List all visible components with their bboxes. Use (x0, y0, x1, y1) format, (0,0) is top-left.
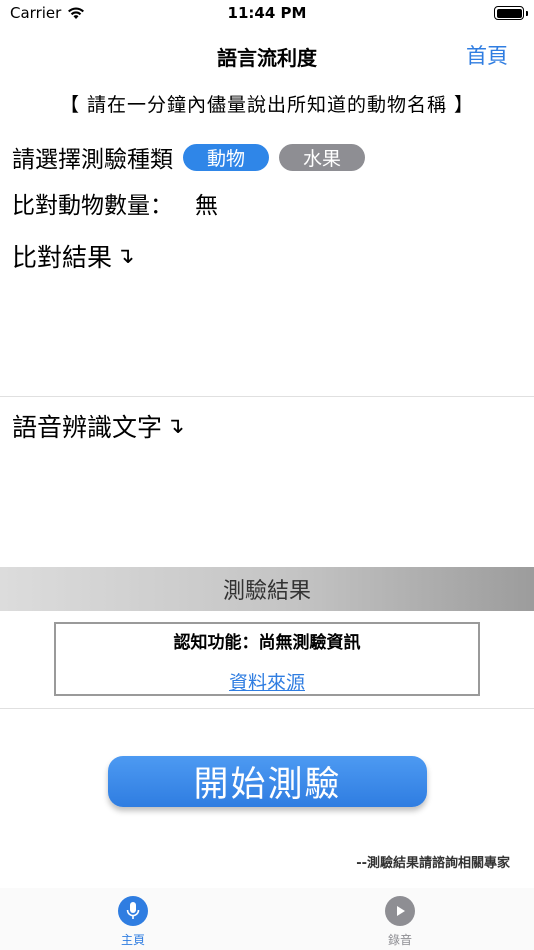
battery-icon (494, 6, 524, 20)
tab-recording[interactable]: 錄音 (370, 896, 430, 948)
count-label: 比對動物數量： (12, 193, 173, 219)
start-test-button[interactable]: 開始測驗 (108, 756, 427, 807)
count-value: 無 (195, 193, 218, 219)
down-arrow-icon: ↴ (166, 413, 185, 439)
home-button[interactable]: 首頁 (466, 40, 508, 70)
down-arrow-icon: ↴ (116, 243, 135, 269)
tab-bar: 主頁 錄音 (0, 888, 534, 950)
page-title: 語言流利度 (217, 46, 317, 70)
clock: 11:44 PM (227, 4, 307, 22)
tab-home[interactable]: 主頁 (103, 896, 163, 948)
speech-text-label: 語音辨識文字 (12, 413, 163, 442)
battery-tip (526, 11, 528, 16)
result-box: 認知功能：尚無測驗資訊 資料來源 (54, 622, 480, 696)
test-type-label: 請選擇測驗種類 (12, 147, 173, 173)
animal-type-button[interactable]: 動物 (183, 143, 269, 171)
tab-recording-label: 錄音 (387, 933, 412, 947)
section-divider (0, 396, 534, 397)
test-type-row: 請選擇測驗種類 動物 水果 (12, 140, 375, 174)
count-row: 比對動物數量： 無 (12, 186, 218, 220)
microphone-icon (118, 896, 148, 926)
data-source-link[interactable]: 資料來源 (56, 668, 478, 695)
tab-home-label: 主頁 (120, 933, 145, 947)
speech-text-title: 語音辨識文字 ↴ (12, 408, 184, 444)
result-banner: 測驗結果 (0, 567, 534, 611)
status-bar: Carrier 11:44 PM (0, 0, 534, 30)
instruction-text: 【 請在一分鐘內儘量說出所知道的動物名稱 】 (59, 94, 475, 116)
compare-result-title: 比對結果 ↴ (12, 238, 134, 274)
compare-result-label: 比對結果 (12, 243, 113, 272)
disclaimer-text: --測驗結果請諮詢相關專家 (356, 856, 510, 871)
play-icon (385, 896, 415, 926)
nav-bar: 語言流利度 首頁 (0, 30, 534, 76)
cognitive-status: 認知功能：尚無測驗資訊 (173, 633, 361, 653)
section-divider (0, 708, 534, 709)
fruit-type-button[interactable]: 水果 (279, 143, 365, 171)
